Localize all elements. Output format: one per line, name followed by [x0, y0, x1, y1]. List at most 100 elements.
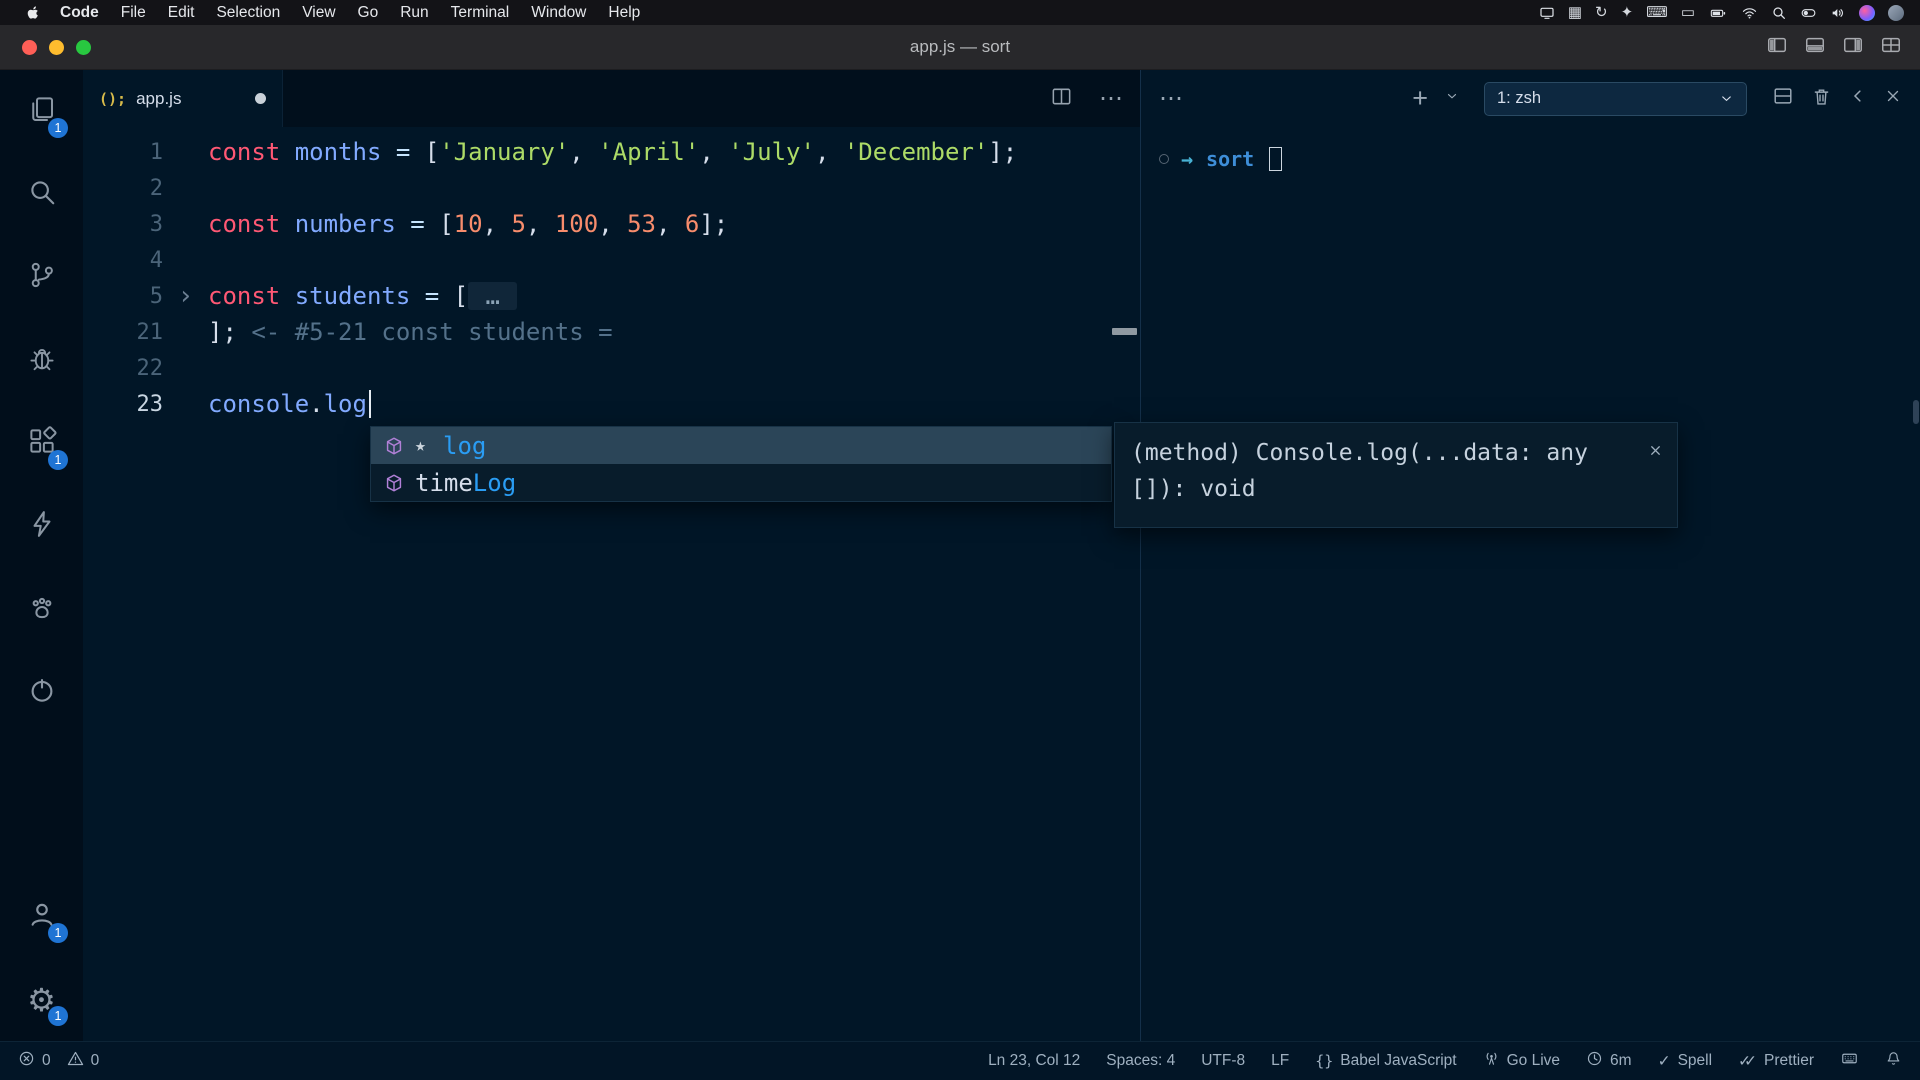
spotlight-icon[interactable] [1771, 5, 1787, 21]
indentation[interactable]: Spaces: 4 [1106, 1052, 1175, 1070]
code-line[interactable]: 5›const students = [ … [83, 278, 1140, 314]
activity-source-control[interactable] [0, 236, 83, 319]
encoding[interactable]: UTF-8 [1201, 1052, 1245, 1070]
line-number[interactable]: 3 [83, 212, 163, 237]
menu-view[interactable]: View [291, 4, 346, 22]
app-menu[interactable]: Code [49, 4, 110, 22]
wifi-icon[interactable] [1741, 5, 1758, 21]
line-number[interactable]: 2 [83, 176, 163, 201]
stats-icon[interactable]: ▦ [1568, 5, 1582, 20]
editor-group: (); app.js ⋯ 1const months = ['January',… [83, 70, 1140, 1041]
activity-thunder-client[interactable] [0, 485, 83, 568]
line-number[interactable]: 4 [83, 248, 163, 273]
window-manager-icon[interactable]: ▭ [1681, 5, 1695, 20]
collapse-panel-button[interactable] [1849, 87, 1867, 110]
line-number[interactable]: 22 [83, 356, 163, 381]
suggestion-item[interactable]: timeLog [371, 464, 1111, 501]
docs-line-2: []): void [1131, 471, 1661, 507]
siri-icon[interactable] [1859, 5, 1875, 21]
minimize-window-button[interactable] [49, 40, 64, 55]
notifications[interactable] [1885, 1050, 1902, 1072]
toggle-primary-sidebar-button[interactable] [1766, 34, 1788, 61]
activity-extension-paw[interactable] [0, 568, 83, 651]
new-terminal-button[interactable]: + [1412, 85, 1428, 112]
code-line[interactable]: 2 [83, 170, 1140, 206]
code-editor[interactable]: 1const months = ['January', 'April', 'Ju… [83, 127, 1140, 1041]
prettier[interactable]: ✓✓ Prettier [1738, 1052, 1814, 1071]
code-line[interactable]: 21]; <- #5-21 const students = [83, 314, 1140, 350]
close-panel-button[interactable] [1884, 87, 1902, 110]
more-actions-button[interactable]: ⋯ [1099, 87, 1124, 111]
terminal-session-select[interactable]: 1: zsh [1484, 82, 1747, 116]
modified-dot-icon[interactable] [255, 93, 266, 104]
problems-errors[interactable]: 0 [18, 1050, 51, 1072]
battery-icon[interactable] [1708, 5, 1728, 21]
code-line[interactable]: 23console.log [83, 386, 1140, 422]
split-terminal-button[interactable] [1772, 85, 1794, 112]
toggle-panel-button[interactable] [1804, 34, 1826, 61]
line-number[interactable]: 21 [83, 320, 163, 345]
screen-mirroring-icon[interactable] [1539, 5, 1555, 21]
prompt-directory: sort [1206, 147, 1254, 171]
tab-label: app.js [136, 89, 181, 109]
menu-window[interactable]: Window [520, 4, 597, 22]
panel-more-actions-button[interactable]: ⋯ [1159, 87, 1184, 111]
timer[interactable]: 6m [1586, 1050, 1632, 1072]
power-circle-icon [27, 675, 57, 710]
menu-terminal[interactable]: Terminal [440, 4, 521, 22]
code-line[interactable]: 3const numbers = [10, 5, 100, 53, 6]; [83, 206, 1140, 242]
control-center-icon[interactable] [1800, 5, 1817, 21]
customize-layout-button[interactable] [1880, 34, 1902, 61]
kill-terminal-button[interactable] [1811, 86, 1832, 112]
code-line[interactable]: 22 [83, 350, 1140, 386]
keyboard-layout[interactable] [1840, 1050, 1859, 1072]
line-number[interactable]: 23 [83, 392, 163, 417]
sound-icon[interactable] [1830, 5, 1846, 21]
activity-settings[interactable]: ⚙ 1 [0, 958, 83, 1041]
activity-run-debug[interactable] [0, 319, 83, 402]
line-number[interactable]: 5 [83, 284, 163, 309]
chevron-down-icon [1719, 91, 1734, 106]
command-decoration-icon[interactable] [1159, 154, 1169, 164]
language-mode[interactable]: {} Babel JavaScript [1315, 1052, 1456, 1070]
terminal-scrollbar[interactable] [1913, 400, 1919, 424]
keyboard-viewer-icon[interactable]: ⌨ [1646, 5, 1668, 20]
activity-explorer[interactable]: 1 [0, 70, 83, 153]
menu-run[interactable]: Run [389, 4, 439, 22]
bug-icon [27, 343, 57, 378]
toggle-secondary-sidebar-button[interactable] [1842, 34, 1864, 61]
activity-accounts[interactable]: 1 [0, 875, 83, 958]
go-live[interactable]: Go Live [1483, 1050, 1560, 1072]
docs-close-button[interactable] [1648, 433, 1663, 469]
tab-app-js[interactable]: (); app.js [83, 70, 283, 127]
zoom-window-button[interactable] [76, 40, 91, 55]
code-line[interactable]: 1const months = ['January', 'April', 'Ju… [83, 134, 1140, 170]
fold-chevron-icon[interactable]: › [163, 281, 208, 311]
apple-menu[interactable] [26, 4, 41, 21]
sync-icon[interactable]: ↻ [1595, 5, 1608, 20]
code-line[interactable]: 4 [83, 242, 1140, 278]
menu-help[interactable]: Help [597, 4, 651, 22]
terminal-output[interactable]: → sort [1141, 127, 1920, 171]
menu-file[interactable]: File [110, 4, 157, 22]
activity-extension-circle[interactable] [0, 651, 83, 734]
problems-warnings[interactable]: 0 [67, 1050, 100, 1072]
suggestion-item[interactable]: ★log [371, 427, 1111, 464]
activity-extensions[interactable]: 1 [0, 402, 83, 485]
eol-sequence[interactable]: LF [1271, 1052, 1289, 1070]
error-icon [18, 1050, 35, 1072]
new-terminal-dropdown-icon[interactable] [1445, 89, 1459, 108]
sparkle-icon[interactable]: ✦ [1621, 5, 1634, 20]
spell-check[interactable]: ✓ Spell [1658, 1052, 1712, 1071]
language-label: Babel JavaScript [1340, 1052, 1456, 1070]
activity-search[interactable] [0, 153, 83, 236]
menu-selection[interactable]: Selection [205, 4, 291, 22]
javascript-file-icon: (); [99, 90, 126, 108]
close-window-button[interactable] [22, 40, 37, 55]
user-avatar-icon[interactable] [1888, 5, 1904, 21]
line-number[interactable]: 1 [83, 140, 163, 165]
menu-edit[interactable]: Edit [157, 4, 206, 22]
menu-go[interactable]: Go [347, 4, 390, 22]
cursor-position[interactable]: Ln 23, Col 12 [988, 1052, 1080, 1070]
split-editor-button[interactable] [1050, 85, 1073, 113]
